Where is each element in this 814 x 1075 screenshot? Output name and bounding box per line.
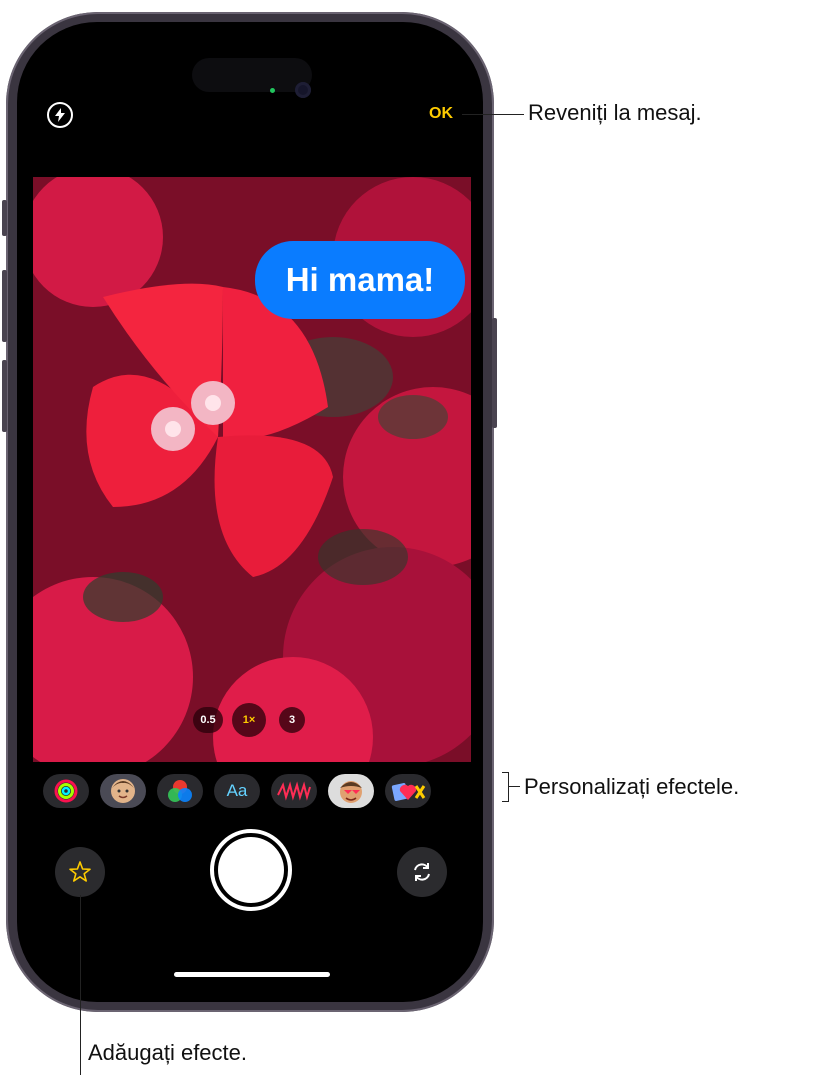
zoom-3x[interactable]: 3 [279, 707, 305, 733]
customize-bracket-vertical [508, 772, 509, 802]
star-icon [69, 861, 91, 882]
heart-sticker-icon [391, 783, 426, 801]
effects-button[interactable] [55, 847, 105, 897]
stickers-effect[interactable] [385, 774, 431, 808]
switch-camera-button[interactable] [397, 847, 447, 897]
action-button [2, 200, 7, 236]
shutter-inner [218, 837, 284, 903]
volume-down-button [2, 360, 7, 432]
customize-bracket-bottom [502, 801, 508, 802]
done-callout-line [462, 114, 524, 115]
customize-bracket-top [502, 772, 508, 773]
fitness-effect[interactable] [43, 774, 89, 808]
scribble-icon [277, 781, 311, 801]
customize-callout: Personalizați efectele. [524, 774, 740, 799]
customize-bracket-tick [508, 786, 520, 787]
text-label: Aa [226, 781, 248, 800]
effects-strip: Aa [43, 774, 463, 810]
zoom-0-5[interactable]: 0.5 [193, 707, 223, 733]
camera-viewfinder[interactable]: Hi mama! 0.5 1× 3 [33, 177, 471, 762]
power-button [492, 318, 497, 428]
front-camera [295, 82, 311, 98]
memoji-icon [111, 779, 135, 803]
shapes-effect[interactable] [271, 774, 317, 808]
message-sticker[interactable]: Hi mama! [255, 241, 465, 319]
home-indicator [174, 972, 330, 977]
camera-flip-icon [414, 863, 430, 881]
filters-effect[interactable] [157, 774, 203, 808]
flash-icon [55, 108, 65, 122]
camera-indicator-dot [270, 88, 275, 93]
shutter-button[interactable] [210, 829, 292, 911]
add-effects-callout-line [80, 895, 81, 1075]
done-button[interactable]: OK [429, 105, 453, 123]
memoji-effect[interactable] [100, 774, 146, 808]
filters-icon [168, 780, 192, 802]
add-effects-callout: Adăugați efecte. [88, 1040, 248, 1065]
volume-up-button [2, 270, 7, 342]
camera-screen: OK Hi mama! 0.5 1× 3 Aa [17, 22, 483, 1002]
done-callout: Reveniți la mesaj. [528, 100, 702, 125]
zoom-1x[interactable]: 1× [232, 703, 266, 737]
text-effect[interactable]: Aa [214, 774, 260, 808]
memoji-stickers-effect[interactable] [328, 774, 374, 808]
activity-rings-icon [54, 779, 78, 803]
dynamic-island [192, 58, 312, 92]
flash-button[interactable] [47, 102, 73, 128]
emoji-sticker-icon [340, 781, 362, 803]
